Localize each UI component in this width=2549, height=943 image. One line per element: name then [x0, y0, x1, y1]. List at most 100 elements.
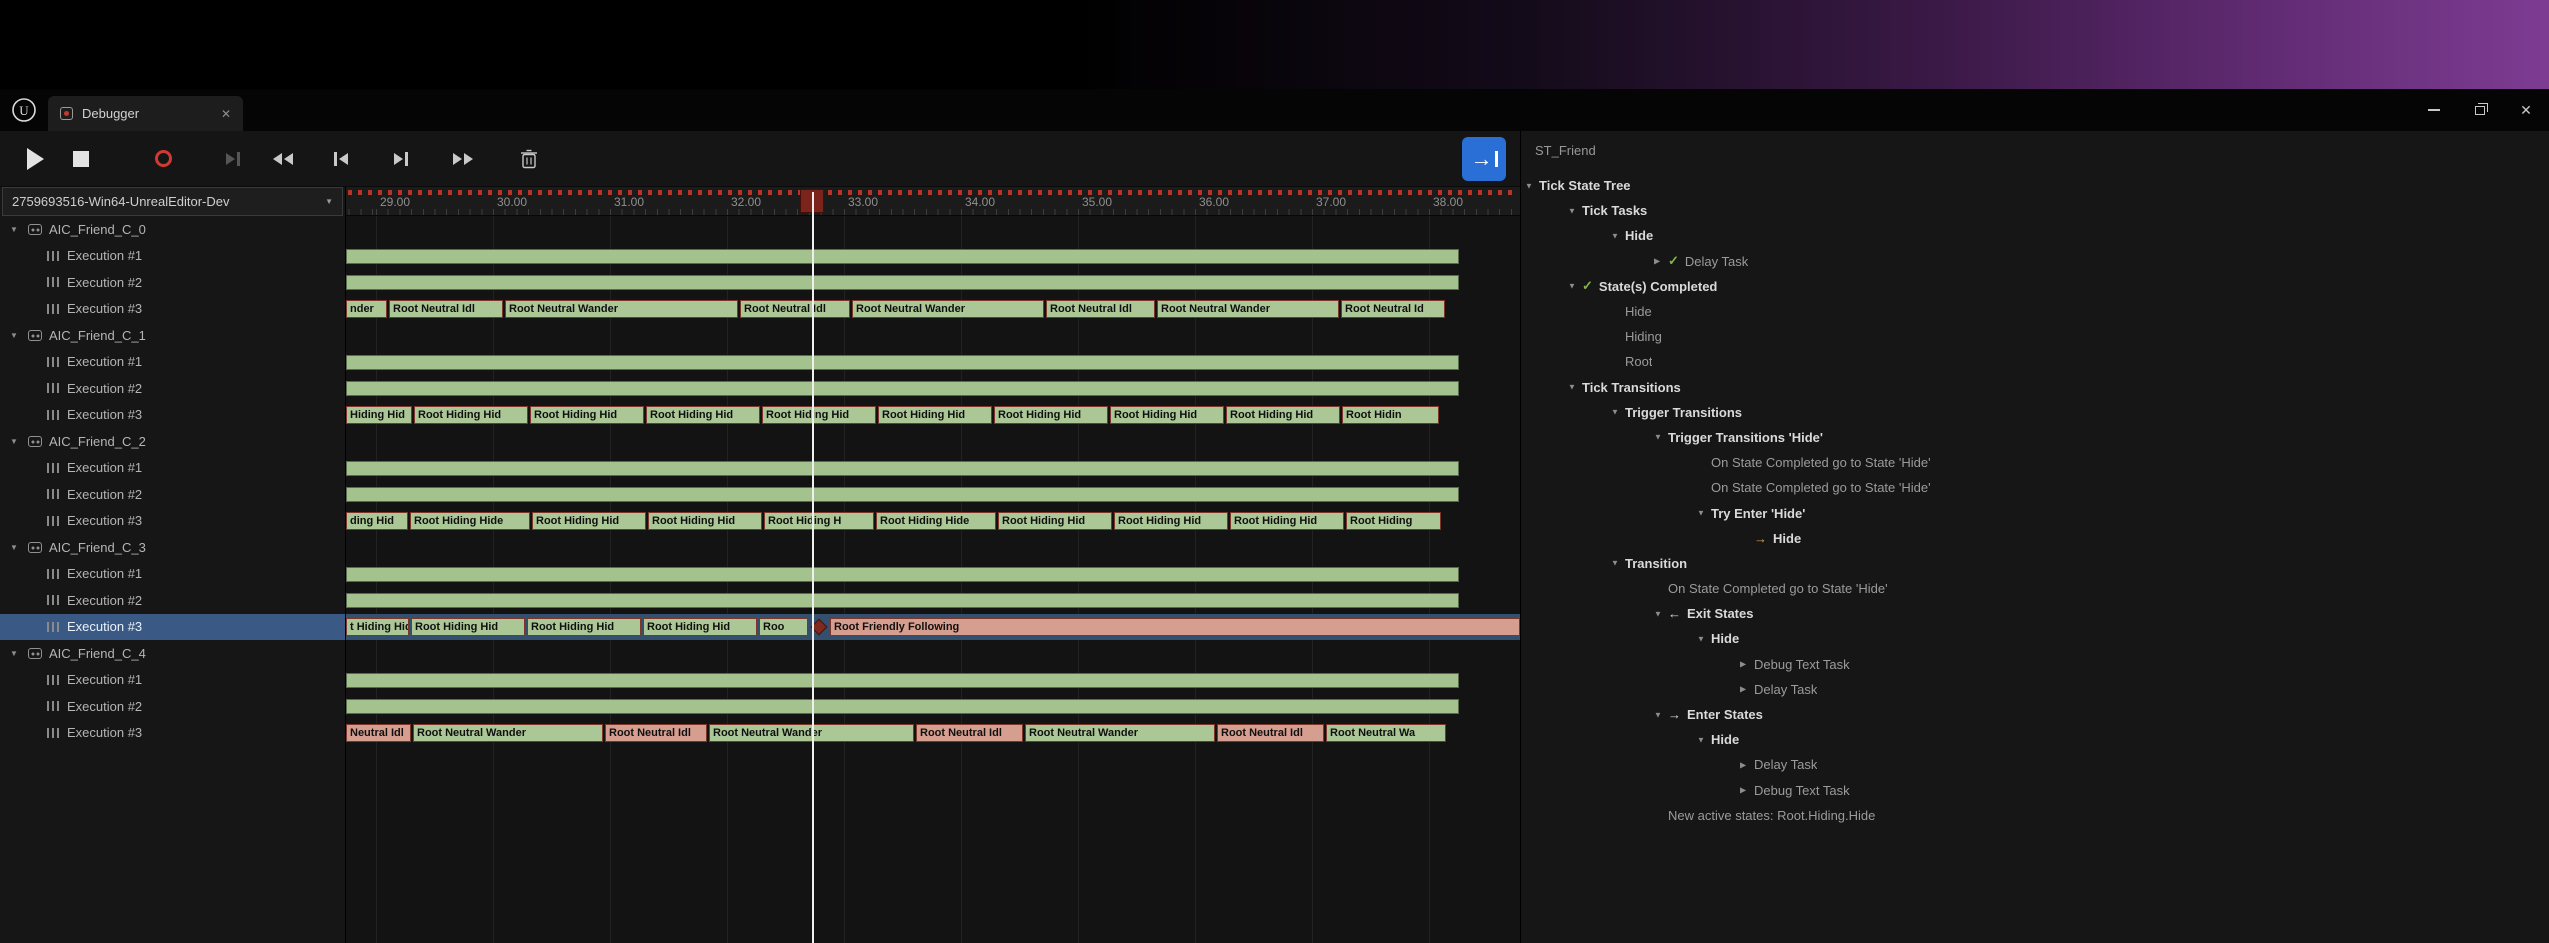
instance-row[interactable]: ▼AIC_Friend_C_0 — [0, 216, 345, 243]
execution-row[interactable]: Execution #1 — [0, 455, 345, 482]
state-segment[interactable]: Root Neutral Id — [1341, 300, 1445, 318]
chevron-down-icon[interactable]: ▼ — [1568, 282, 1576, 291]
state-segment[interactable]: Root Neutral Idl — [1217, 724, 1324, 742]
state-segment[interactable]: Roo — [759, 618, 808, 636]
timeline-ruler[interactable]: 29.0030.0031.0032.0033.0034.0035.0036.00… — [346, 187, 1520, 216]
state-segment[interactable]: Hiding Hid — [346, 406, 412, 424]
chevron-down-icon[interactable]: ▼ — [10, 543, 21, 552]
state-segment[interactable]: Root Friendly Following — [830, 618, 1520, 636]
state-segment[interactable]: ding Hid — [346, 512, 408, 530]
execution-bar[interactable] — [346, 461, 1459, 476]
timeline-track[interactable]: Hiding HidRoot Hiding HidRoot Hiding Hid… — [346, 402, 1520, 429]
execution-bar[interactable] — [346, 673, 1459, 688]
chevron-down-icon[interactable]: ▼ — [10, 649, 21, 658]
state-tree-row[interactable]: ▼Hide — [1521, 727, 2549, 752]
state-segment[interactable]: Root Hiding Hid — [527, 618, 641, 636]
tab-debugger[interactable]: Debugger ✕ — [48, 96, 243, 131]
timeline-track[interactable] — [346, 269, 1520, 296]
execution-row[interactable]: Execution #1 — [0, 243, 345, 270]
record-button[interactable] — [140, 137, 186, 181]
state-tree-row[interactable]: ▶Delay Task — [1521, 752, 2549, 777]
state-segment[interactable]: Root Hiding — [1346, 512, 1441, 530]
state-segment[interactable]: Root Neutral Wander — [1157, 300, 1339, 318]
execution-row[interactable]: Execution #3 — [0, 508, 345, 535]
state-tree-row[interactable]: Root — [1521, 349, 2549, 374]
chevron-down-icon[interactable]: ▼ — [1611, 559, 1619, 568]
state-tree-row[interactable]: →Hide — [1521, 526, 2549, 551]
session-dropdown[interactable]: 2759693516-Win64-UnrealEditor-Dev ▼ — [2, 187, 343, 216]
state-tree-row[interactable]: ▼Hide — [1521, 223, 2549, 248]
execution-row[interactable]: Execution #2 — [0, 693, 345, 720]
execution-row[interactable]: Execution #2 — [0, 375, 345, 402]
state-tree-row[interactable]: ▶Delay Task — [1521, 677, 2549, 702]
state-segment[interactable]: Neutral Idl — [346, 724, 411, 742]
chevron-down-icon[interactable]: ▼ — [1697, 634, 1705, 643]
state-segment[interactable]: Root Hiding Hid — [1230, 512, 1344, 530]
state-segment[interactable]: Root Hiding Hid — [532, 512, 646, 530]
play-button[interactable] — [12, 137, 58, 181]
state-segment[interactable]: Root Hiding Hid — [998, 512, 1112, 530]
state-segment[interactable]: Root Neutral Idl — [605, 724, 707, 742]
execution-row[interactable]: Execution #1 — [0, 349, 345, 376]
chevron-right-icon[interactable]: ▶ — [1740, 685, 1746, 694]
execution-row[interactable]: Execution #3 — [0, 402, 345, 429]
tab-close-icon[interactable]: ✕ — [221, 107, 231, 121]
instance-row[interactable]: ▼AIC_Friend_C_2 — [0, 428, 345, 455]
chevron-down-icon[interactable]: ▼ — [1611, 231, 1619, 240]
timeline-track[interactable]: Neutral IdlRoot Neutral WanderRoot Neutr… — [346, 720, 1520, 747]
state-segment[interactable]: Root Hiding Hid — [994, 406, 1108, 424]
state-segment[interactable]: Root Neutral Wander — [413, 724, 603, 742]
state-tree-row[interactable]: ▼→Enter States — [1521, 702, 2549, 727]
timeline-track[interactable] — [346, 667, 1520, 694]
chevron-down-icon[interactable]: ▼ — [10, 225, 21, 234]
state-tree-row[interactable]: ▶Debug Text Task — [1521, 778, 2549, 803]
execution-row[interactable]: Execution #3 — [0, 614, 345, 641]
timeline-track[interactable] — [346, 587, 1520, 614]
instance-row[interactable]: ▼AIC_Friend_C_1 — [0, 322, 345, 349]
state-segment[interactable]: Root Neutral Wander — [505, 300, 738, 318]
chevron-down-icon[interactable]: ▼ — [1611, 408, 1619, 417]
state-segment[interactable]: Root Hiding Hid — [530, 406, 644, 424]
step-back-button[interactable] — [318, 137, 364, 181]
state-segment[interactable]: Root Hiding Hid — [646, 406, 760, 424]
state-tree-row[interactable]: ▼Trigger Transitions — [1521, 400, 2549, 425]
execution-row[interactable]: Execution #2 — [0, 587, 345, 614]
timeline-track[interactable] — [346, 375, 1520, 402]
state-tree-row[interactable]: ▶Debug Text Task — [1521, 652, 2549, 677]
chevron-down-icon[interactable]: ▼ — [1697, 509, 1705, 518]
execution-bar[interactable] — [346, 381, 1459, 396]
state-tree-row[interactable]: ▼Tick State Tree — [1521, 173, 2549, 198]
state-segment[interactable]: Root Neutral Wander — [852, 300, 1044, 318]
state-tree-row[interactable]: ▼Tick Tasks — [1521, 198, 2549, 223]
timeline-track[interactable] — [346, 243, 1520, 270]
restore-button[interactable] — [2457, 89, 2503, 131]
chevron-right-icon[interactable]: ▶ — [1740, 660, 1746, 669]
execution-bar[interactable] — [346, 487, 1459, 502]
chevron-down-icon[interactable]: ▼ — [1654, 609, 1662, 618]
timeline-track[interactable] — [346, 455, 1520, 482]
state-segment[interactable]: Root Hiding Hid — [411, 618, 525, 636]
timeline-track[interactable]: nderRoot Neutral IdlRoot Neutral WanderR… — [346, 296, 1520, 323]
state-tree-row[interactable]: ▶✓Delay Task — [1521, 249, 2549, 274]
state-tree-row[interactable]: ▼✓State(s) Completed — [1521, 274, 2549, 299]
state-segment[interactable]: Root Neutral Idl — [1046, 300, 1155, 318]
execution-row[interactable]: Execution #1 — [0, 561, 345, 588]
chevron-down-icon[interactable]: ▼ — [1525, 181, 1533, 190]
go-to-end-button[interactable] — [440, 137, 486, 181]
state-segment[interactable]: Root Neutral Wa — [1326, 724, 1446, 742]
state-tree-row[interactable]: ▼Tick Transitions — [1521, 375, 2549, 400]
timeline-track[interactable]: ding HidRoot Hiding HideRoot Hiding HidR… — [346, 508, 1520, 535]
chevron-down-icon[interactable]: ▼ — [1568, 206, 1576, 215]
state-tree-row[interactable]: Hiding — [1521, 324, 2549, 349]
chevron-right-icon[interactable]: ▶ — [1740, 760, 1746, 769]
execution-bar[interactable] — [346, 593, 1459, 608]
instance-row[interactable]: ▼AIC_Friend_C_3 — [0, 534, 345, 561]
instance-row[interactable]: ▼AIC_Friend_C_4 — [0, 640, 345, 667]
chevron-down-icon[interactable]: ▼ — [10, 437, 21, 446]
execution-row[interactable]: Execution #3 — [0, 720, 345, 747]
chevron-down-icon[interactable]: ▼ — [1697, 735, 1705, 744]
chevron-down-icon[interactable]: ▼ — [1568, 383, 1576, 392]
execution-bar[interactable] — [346, 355, 1459, 370]
state-segment[interactable]: nder — [346, 300, 387, 318]
state-segment[interactable]: Root Hiding Hid — [878, 406, 992, 424]
